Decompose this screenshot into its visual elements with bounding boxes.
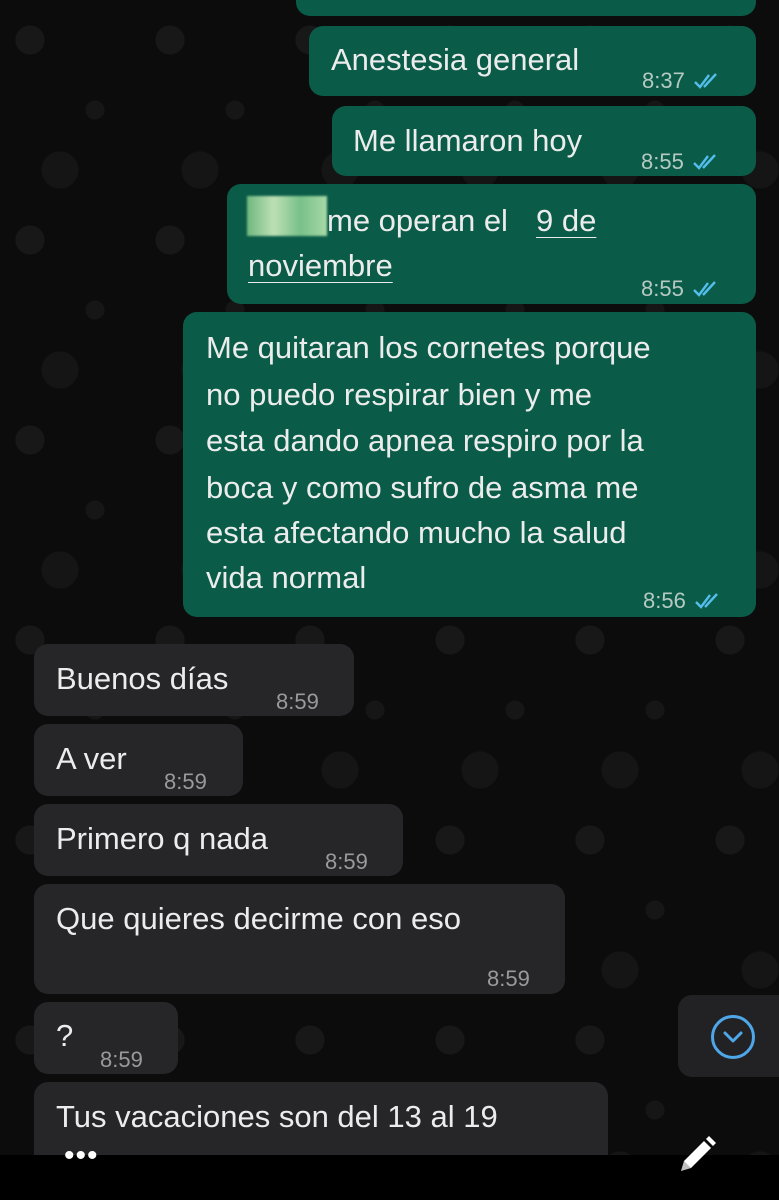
pencil-icon[interactable] bbox=[672, 1132, 720, 1180]
chevron-down-circle-icon bbox=[711, 1015, 755, 1059]
message-bubble-outgoing[interactable]: Me llamaron hoy 8:55 bbox=[332, 106, 756, 176]
message-line: no puedo respirar bien y me bbox=[206, 377, 593, 412]
message-bubble-incoming[interactable]: Tus vacaciones son del 13 al 19 bbox=[34, 1082, 608, 1155]
message-text: A ver bbox=[56, 741, 127, 776]
message-meta: 8:56 bbox=[643, 578, 724, 623]
message-line: vida normal bbox=[206, 560, 367, 595]
message-line: boca y como sufro de asma me bbox=[206, 470, 639, 505]
message-text: Primero q nada bbox=[56, 821, 268, 856]
message-time: 8:59 bbox=[325, 849, 368, 874]
message-bubble-outgoing[interactable]: Anestesia general 8:37 bbox=[309, 26, 756, 96]
double-check-icon bbox=[693, 72, 717, 89]
message-line: esta afectando mucho la salud bbox=[206, 515, 627, 550]
message-time: 8:55 bbox=[641, 276, 684, 301]
message-text: me operan el bbox=[327, 203, 508, 238]
message-time: 8:55 bbox=[641, 149, 684, 174]
message-time: 8:59 bbox=[164, 769, 207, 794]
message-line: Me quitaran los cornetes porque bbox=[206, 330, 651, 365]
message-meta: 8:55 bbox=[641, 139, 722, 184]
message-time: 8:37 bbox=[642, 68, 685, 93]
message-text: Que quieres decirme con eso bbox=[56, 901, 461, 936]
message-line: esta dando apnea respiro por la bbox=[206, 423, 644, 458]
message-bubble-incoming[interactable]: Buenos días 8:59 bbox=[34, 644, 354, 716]
message-time: 8:59 bbox=[100, 1047, 143, 1072]
message-time: 8:59 bbox=[487, 966, 530, 991]
scroll-to-bottom-button[interactable] bbox=[678, 995, 779, 1077]
message-meta: 8:55 bbox=[641, 266, 722, 311]
message-meta: 8:37 bbox=[642, 58, 723, 103]
message-text: Anestesia general bbox=[331, 42, 580, 77]
date-link[interactable]: 9 de bbox=[536, 198, 596, 243]
chat-area[interactable]: Anestesia general 8:37 Me llamaron hoy 8… bbox=[0, 0, 779, 1155]
redacted-image bbox=[247, 196, 327, 236]
message-bubble-incoming[interactable]: Primero q nada 8:59 bbox=[34, 804, 403, 876]
message-bubble-incoming[interactable]: ? 8:59 bbox=[34, 1002, 178, 1074]
more-options-button[interactable]: ••• bbox=[64, 1141, 99, 1171]
message-text: Me llamaron hoy bbox=[353, 123, 583, 158]
message-time: 8:56 bbox=[643, 588, 686, 613]
message-bubble-outgoing[interactable]: Me quitaran los cornetes porque no puedo… bbox=[183, 312, 756, 617]
message-time: 8:59 bbox=[276, 689, 319, 714]
message-bubble-outgoing[interactable]: me operan el 9 de noviembre 8:55 bbox=[227, 184, 756, 304]
double-check-icon bbox=[692, 153, 716, 170]
message-bubble-partial[interactable] bbox=[296, 0, 756, 16]
message-text: Buenos días bbox=[56, 661, 229, 696]
bottom-toolbar bbox=[0, 1155, 779, 1200]
double-check-icon bbox=[694, 592, 718, 609]
date-link[interactable]: noviembre bbox=[248, 243, 393, 288]
message-text: Tus vacaciones son del 13 al 19 bbox=[56, 1099, 498, 1134]
message-text: ? bbox=[56, 1018, 74, 1053]
message-bubble-incoming[interactable]: Que quieres decirme con eso 8:59 bbox=[34, 884, 565, 994]
double-check-icon bbox=[692, 280, 716, 297]
message-bubble-incoming[interactable]: A ver 8:59 bbox=[34, 724, 243, 796]
